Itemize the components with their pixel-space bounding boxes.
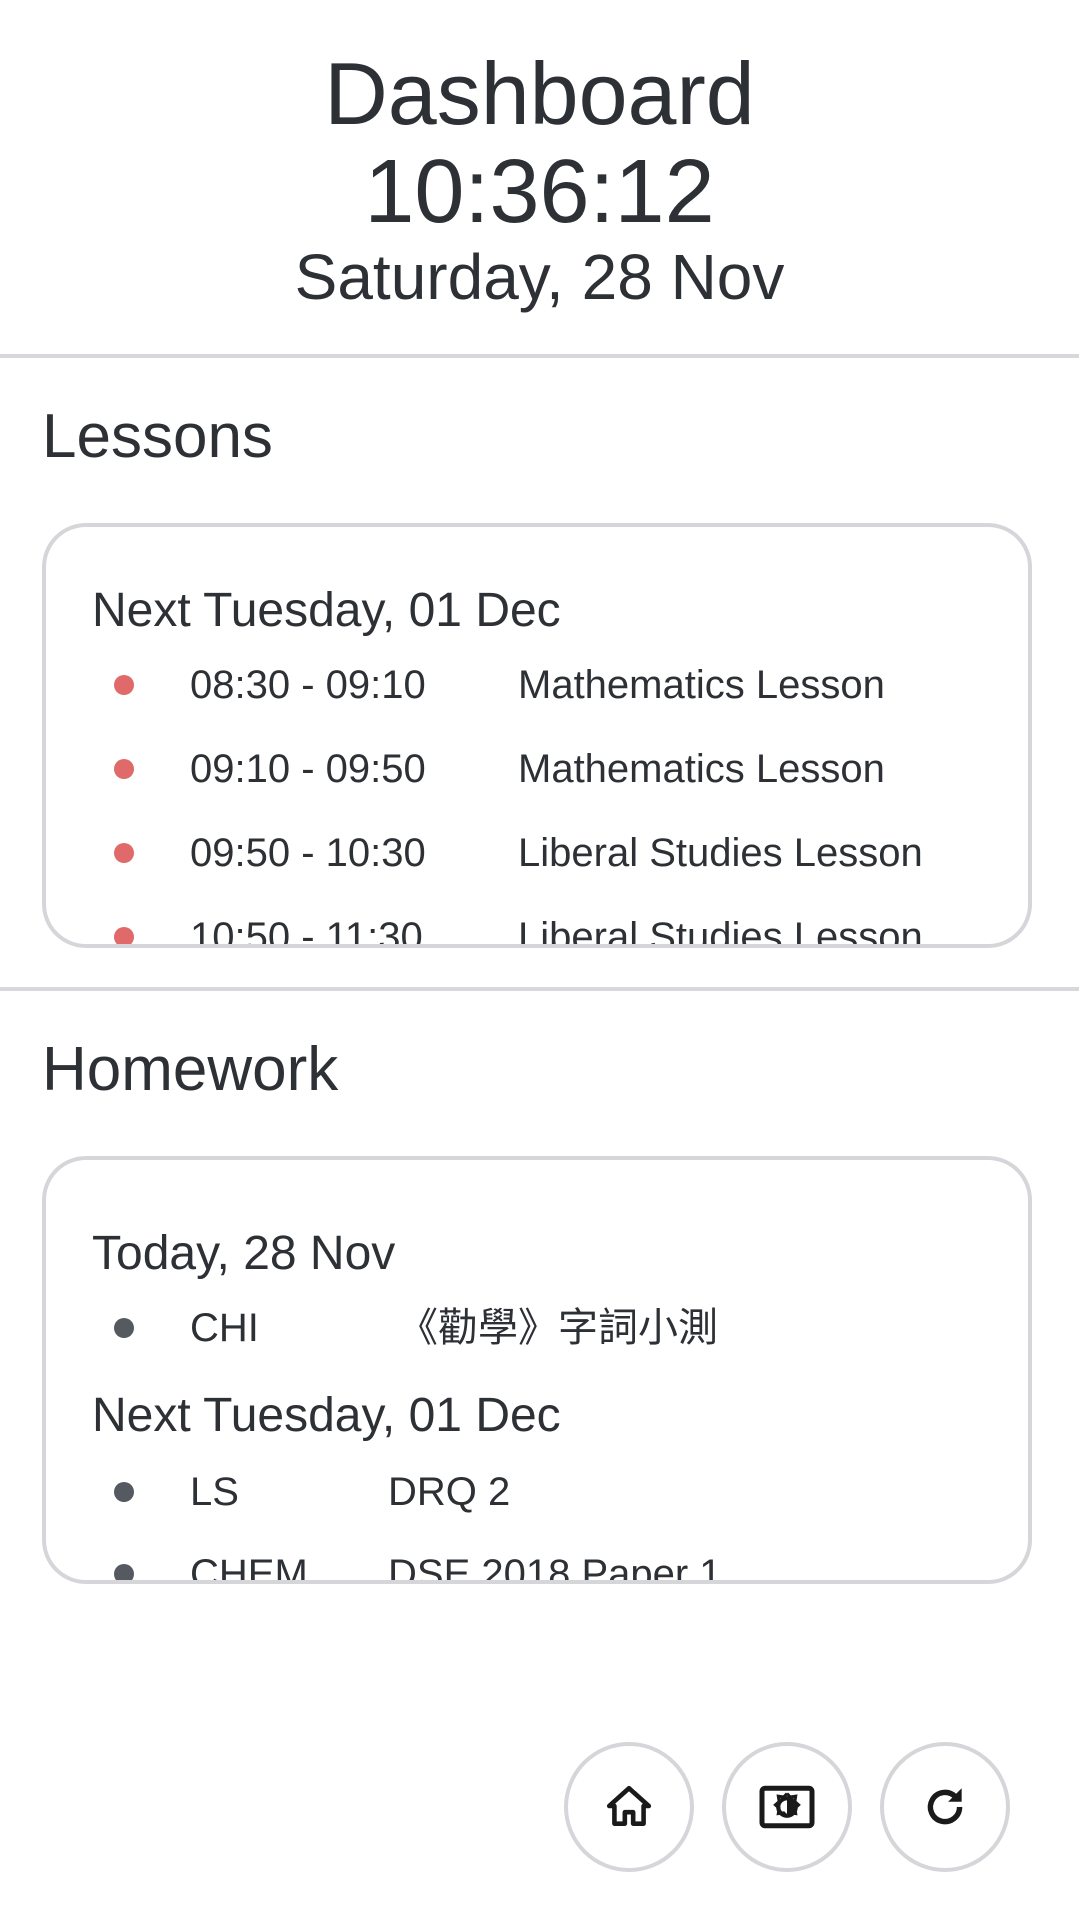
action-bar [0, 1738, 1079, 1878]
homework-item: LS DRQ 2 [46, 1462, 1028, 1522]
lesson-time: 09:50 - 10:30 [190, 831, 426, 875]
lesson-bullet-icon [114, 927, 134, 944]
homework-subject: LS [190, 1470, 239, 1514]
lesson-subject: Mathematics Lesson [518, 747, 885, 791]
homework-item: CHI 《勸學》字詞小測 [46, 1298, 1028, 1358]
lesson-item: 09:10 - 09:50 Mathematics Lesson [46, 739, 1028, 799]
lesson-bullet-icon [114, 759, 134, 779]
brightness-icon [759, 1785, 815, 1829]
page-title: Dashboard [324, 44, 755, 143]
dashboard-header: Dashboard 10:36:12 Saturday, 28 Nov [0, 0, 1079, 356]
lesson-time: 10:50 - 11:30 [190, 915, 423, 948]
lesson-item: 08:30 - 09:10 Mathematics Lesson [46, 655, 1028, 715]
homework-item: CHEM DSE 2018 Paper 1 [46, 1544, 1028, 1584]
homework-task: 《勸學》字詞小測 [398, 1306, 718, 1350]
lesson-item: 09:50 - 10:30 Liberal Studies Lesson [46, 823, 1028, 883]
homework-subject: CHI [190, 1306, 259, 1350]
homework-bullet-icon [114, 1318, 134, 1338]
homework-task: DRQ 2 [388, 1470, 511, 1514]
refresh-icon [927, 1788, 963, 1825]
lesson-bullet-icon [114, 675, 134, 695]
lessons-title: Lessons [42, 402, 273, 471]
clock: 10:36:12 [364, 142, 715, 242]
homework-subject: CHEM [190, 1552, 308, 1584]
refresh-button[interactable] [880, 1742, 1010, 1872]
home-button[interactable] [564, 1742, 694, 1872]
homework-bullet-icon [114, 1564, 134, 1580]
lesson-subject: Mathematics Lesson [518, 663, 885, 707]
current-date: Saturday, 28 Nov [294, 241, 785, 313]
lesson-bullet-icon [114, 843, 134, 863]
homework-title: Homework [42, 1035, 339, 1104]
homework-bullet-icon [114, 1482, 134, 1502]
lesson-time: 09:10 - 09:50 [190, 747, 426, 791]
homework-task: DSE 2018 Paper 1 [388, 1552, 722, 1584]
lessons-group-heading: Next Tuesday, 01 Dec [92, 584, 561, 637]
homework-group-heading: Today, 28 Nov [92, 1227, 396, 1280]
homework-group-heading: Next Tuesday, 01 Dec [92, 1389, 561, 1442]
divider [0, 354, 1079, 358]
divider [0, 987, 1079, 991]
lesson-item: 10:50 - 11:30 Liberal Studies Lesson [46, 907, 1028, 948]
lesson-subject: Liberal Studies Lesson [518, 831, 923, 875]
lesson-subject: Liberal Studies Lesson [518, 915, 923, 948]
lesson-time: 08:30 - 09:10 [190, 663, 426, 707]
brightness-button[interactable] [722, 1742, 852, 1872]
lessons-card[interactable]: Next Tuesday, 01 Dec 08:30 - 09:10 Mathe… [42, 523, 1032, 948]
home-icon [606, 1785, 652, 1826]
homework-card[interactable]: Today, 28 Nov CHI 《勸學》字詞小測 Next Tuesday,… [42, 1156, 1032, 1584]
